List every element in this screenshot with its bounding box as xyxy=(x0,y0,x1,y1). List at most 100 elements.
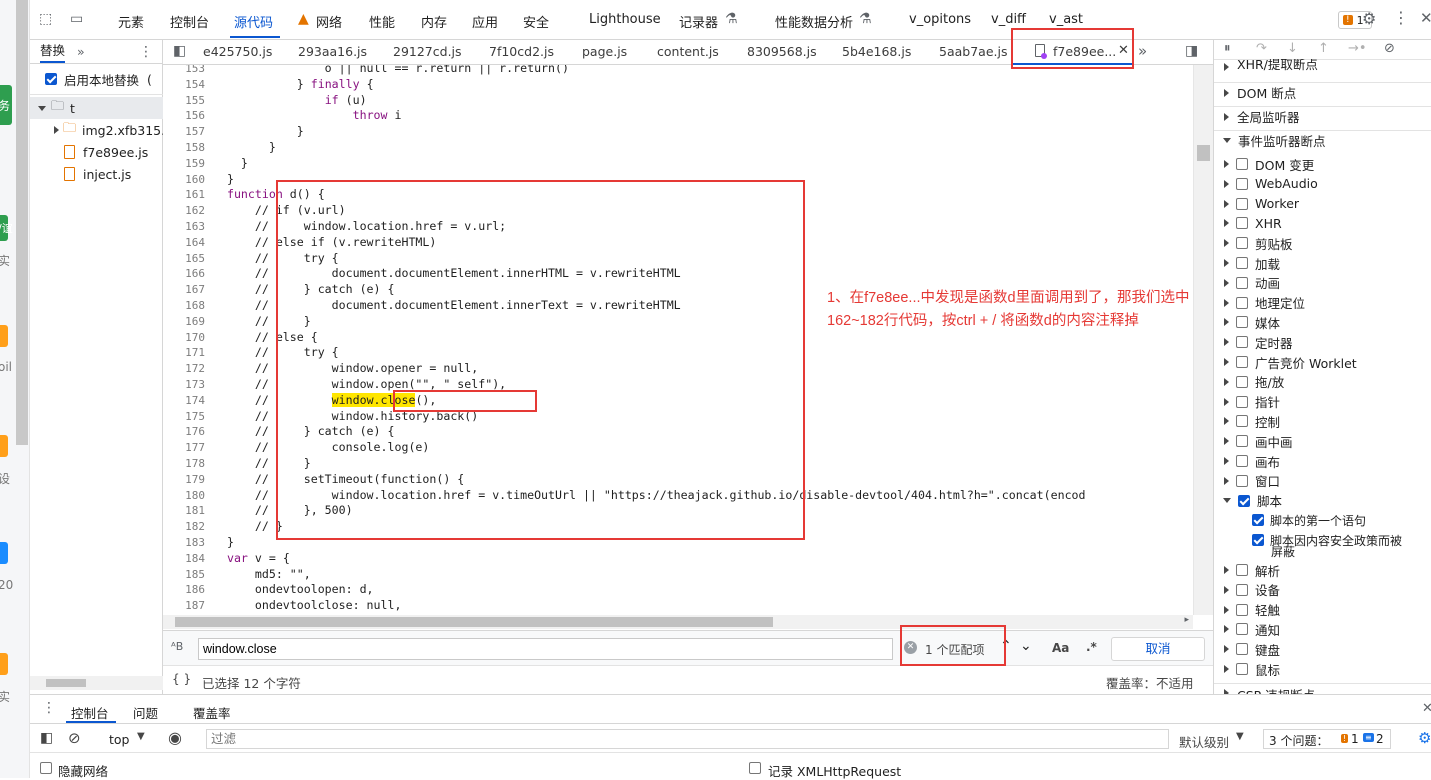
match-case-button[interactable]: Aa xyxy=(1052,641,1069,655)
line-number[interactable]: 156 xyxy=(163,109,205,122)
pretty-print-icon[interactable]: { } xyxy=(172,672,191,686)
line-number[interactable]: 169 xyxy=(163,315,205,328)
tree-item-file[interactable]: f7e89ee.js xyxy=(30,141,163,163)
event-category-row[interactable]: WebAudio xyxy=(1214,174,1431,194)
console-filter-input[interactable] xyxy=(206,729,1169,749)
chevron-right-icon[interactable] xyxy=(1224,377,1229,386)
section-event-listener-breakpoints[interactable]: 事件监听器断点 xyxy=(1214,130,1431,150)
line-number[interactable]: 179 xyxy=(163,473,205,486)
editor-tab[interactable]: 7f10cd2.js xyxy=(489,44,554,59)
toggle-debugger-icon[interactable]: ◨ xyxy=(1185,43,1198,59)
line-number[interactable]: 182 xyxy=(163,520,205,533)
log-xhr-checkbox[interactable] xyxy=(749,762,761,774)
more-vertical-icon[interactable]: ⋮ xyxy=(42,700,56,716)
line-number[interactable]: 171 xyxy=(163,346,205,359)
chevron-right-icon[interactable] xyxy=(54,126,59,134)
more-vertical-icon[interactable]: ⋮ xyxy=(1393,8,1409,27)
chevron-right-icon[interactable] xyxy=(1224,358,1229,366)
scroll-right-icon[interactable]: ▸ xyxy=(1184,615,1189,625)
line-number[interactable]: 176 xyxy=(163,425,205,438)
issues-counter[interactable]: 3 个问题： ! 1 ≡ 2 xyxy=(1263,729,1391,749)
event-category-row[interactable]: DOM 变更 xyxy=(1214,154,1431,174)
context-selector[interactable]: top xyxy=(109,732,129,747)
regex-button[interactable]: .* xyxy=(1086,640,1097,654)
chevron-right-icon[interactable] xyxy=(1224,63,1229,71)
tab-console[interactable]: 控制台 xyxy=(170,12,209,31)
event-checkbox[interactable] xyxy=(1236,177,1248,190)
event-checkbox[interactable] xyxy=(1236,197,1248,210)
event-checkbox[interactable] xyxy=(1236,395,1248,408)
dropdown-arrow-icon[interactable]: ▼ xyxy=(137,731,145,742)
sidebar-toggle-icon[interactable]: ◧ xyxy=(40,730,53,746)
step-icon[interactable]: →• xyxy=(1348,41,1367,56)
chevron-right-icon[interactable] xyxy=(1224,397,1229,406)
event-checkbox[interactable] xyxy=(1236,643,1248,656)
gear-icon[interactable]: ⚙ xyxy=(1418,729,1431,747)
step-out-icon[interactable]: ↑ xyxy=(1318,41,1329,56)
event-checkbox[interactable] xyxy=(1236,663,1248,675)
event-category-row[interactable]: 加载 xyxy=(1214,253,1431,273)
chevron-right-icon[interactable] xyxy=(1224,219,1229,228)
step-over-icon[interactable]: ↷ xyxy=(1256,41,1267,56)
event-checkbox[interactable] xyxy=(1236,296,1248,309)
chevron-right-icon[interactable] xyxy=(1224,112,1229,121)
step-into-icon[interactable]: ↓ xyxy=(1287,41,1298,56)
inspect-element-icon[interactable]: ⬚ xyxy=(39,11,52,27)
event-category-row[interactable]: 通知 xyxy=(1214,619,1431,639)
hide-network-checkbox[interactable] xyxy=(40,762,52,774)
event-category-row[interactable]: 窗口 xyxy=(1214,471,1431,491)
chevron-right-icon[interactable] xyxy=(1224,605,1229,614)
editor-tab[interactable]: 8309568.js xyxy=(747,44,817,59)
chevron-right-icon[interactable] xyxy=(1224,417,1229,426)
chevron-right-icon[interactable] xyxy=(1224,566,1229,574)
line-number[interactable]: 167 xyxy=(163,283,205,296)
event-checkbox[interactable] xyxy=(1236,237,1248,250)
event-category-row[interactable]: 拖/放 xyxy=(1214,372,1431,392)
code-v-scrollbar[interactable] xyxy=(1193,65,1213,615)
event-category-row[interactable]: 控制 xyxy=(1214,411,1431,431)
line-number[interactable]: 159 xyxy=(163,157,205,170)
event-category-row[interactable]: 解析 xyxy=(1214,560,1431,580)
chevron-right-icon[interactable] xyxy=(1224,437,1229,446)
clear-console-icon[interactable]: ⊘ xyxy=(68,729,81,747)
chevron-right-icon[interactable] xyxy=(1224,199,1229,208)
chevron-right-icon[interactable] xyxy=(1224,298,1229,307)
event-checkbox[interactable] xyxy=(1236,158,1248,170)
event-category-row[interactable]: 定时器 xyxy=(1214,332,1431,352)
log-level-selector[interactable]: 默认级别 xyxy=(1179,732,1229,751)
line-number[interactable]: 161 xyxy=(163,188,205,201)
line-number[interactable]: 157 xyxy=(163,125,205,138)
editor-tab[interactable]: 5b4e168.js xyxy=(842,44,911,59)
chevron-right-icon[interactable] xyxy=(1224,318,1229,327)
tab-v-ast[interactable]: v_ast xyxy=(1049,12,1083,27)
tab-performance[interactable]: 性能 xyxy=(369,12,395,31)
section-xhr-breakpoints[interactable]: XHR/提取断点 xyxy=(1214,59,1431,75)
tab-sources[interactable]: 源代码 xyxy=(234,12,273,31)
event-checkbox[interactable] xyxy=(1238,494,1250,507)
tab-lighthouse[interactable]: Lighthouse xyxy=(589,12,661,27)
line-number[interactable]: 187 xyxy=(163,599,205,612)
line-number[interactable]: 172 xyxy=(163,362,205,375)
tab-v-diff[interactable]: v_diff xyxy=(991,12,1026,27)
event-checkbox[interactable] xyxy=(1236,336,1248,349)
editor-tab[interactable]: 293aa16.js xyxy=(298,44,367,59)
toggle-navigator-icon[interactable]: ◧ xyxy=(173,43,186,59)
event-category-row[interactable]: 媒体 xyxy=(1214,312,1431,332)
event-category-row[interactable]: 脚本 xyxy=(1214,491,1431,511)
event-category-row[interactable]: XHR xyxy=(1214,213,1431,233)
chevron-down-icon[interactable] xyxy=(1223,138,1231,143)
gear-icon[interactable]: ⚙ xyxy=(1362,9,1376,28)
event-checkbox[interactable] xyxy=(1236,217,1248,230)
event-suboption[interactable]: 脚本的第一个语句 xyxy=(1214,510,1431,530)
event-category-row[interactable]: 键盘 xyxy=(1214,639,1431,659)
line-number[interactable]: 163 xyxy=(163,220,205,233)
tab-elements[interactable]: 元素 xyxy=(118,12,144,31)
section-global-listeners[interactable]: 全局监听器 xyxy=(1214,106,1431,126)
event-category-row[interactable]: Worker xyxy=(1214,194,1431,214)
event-checkbox[interactable] xyxy=(1236,356,1248,368)
line-number[interactable]: 158 xyxy=(163,141,205,154)
event-category-row[interactable]: 轻触 xyxy=(1214,600,1431,620)
tab-security[interactable]: 安全 xyxy=(523,12,549,31)
line-number[interactable]: 181 xyxy=(163,504,205,517)
line-number[interactable]: 185 xyxy=(163,568,205,581)
